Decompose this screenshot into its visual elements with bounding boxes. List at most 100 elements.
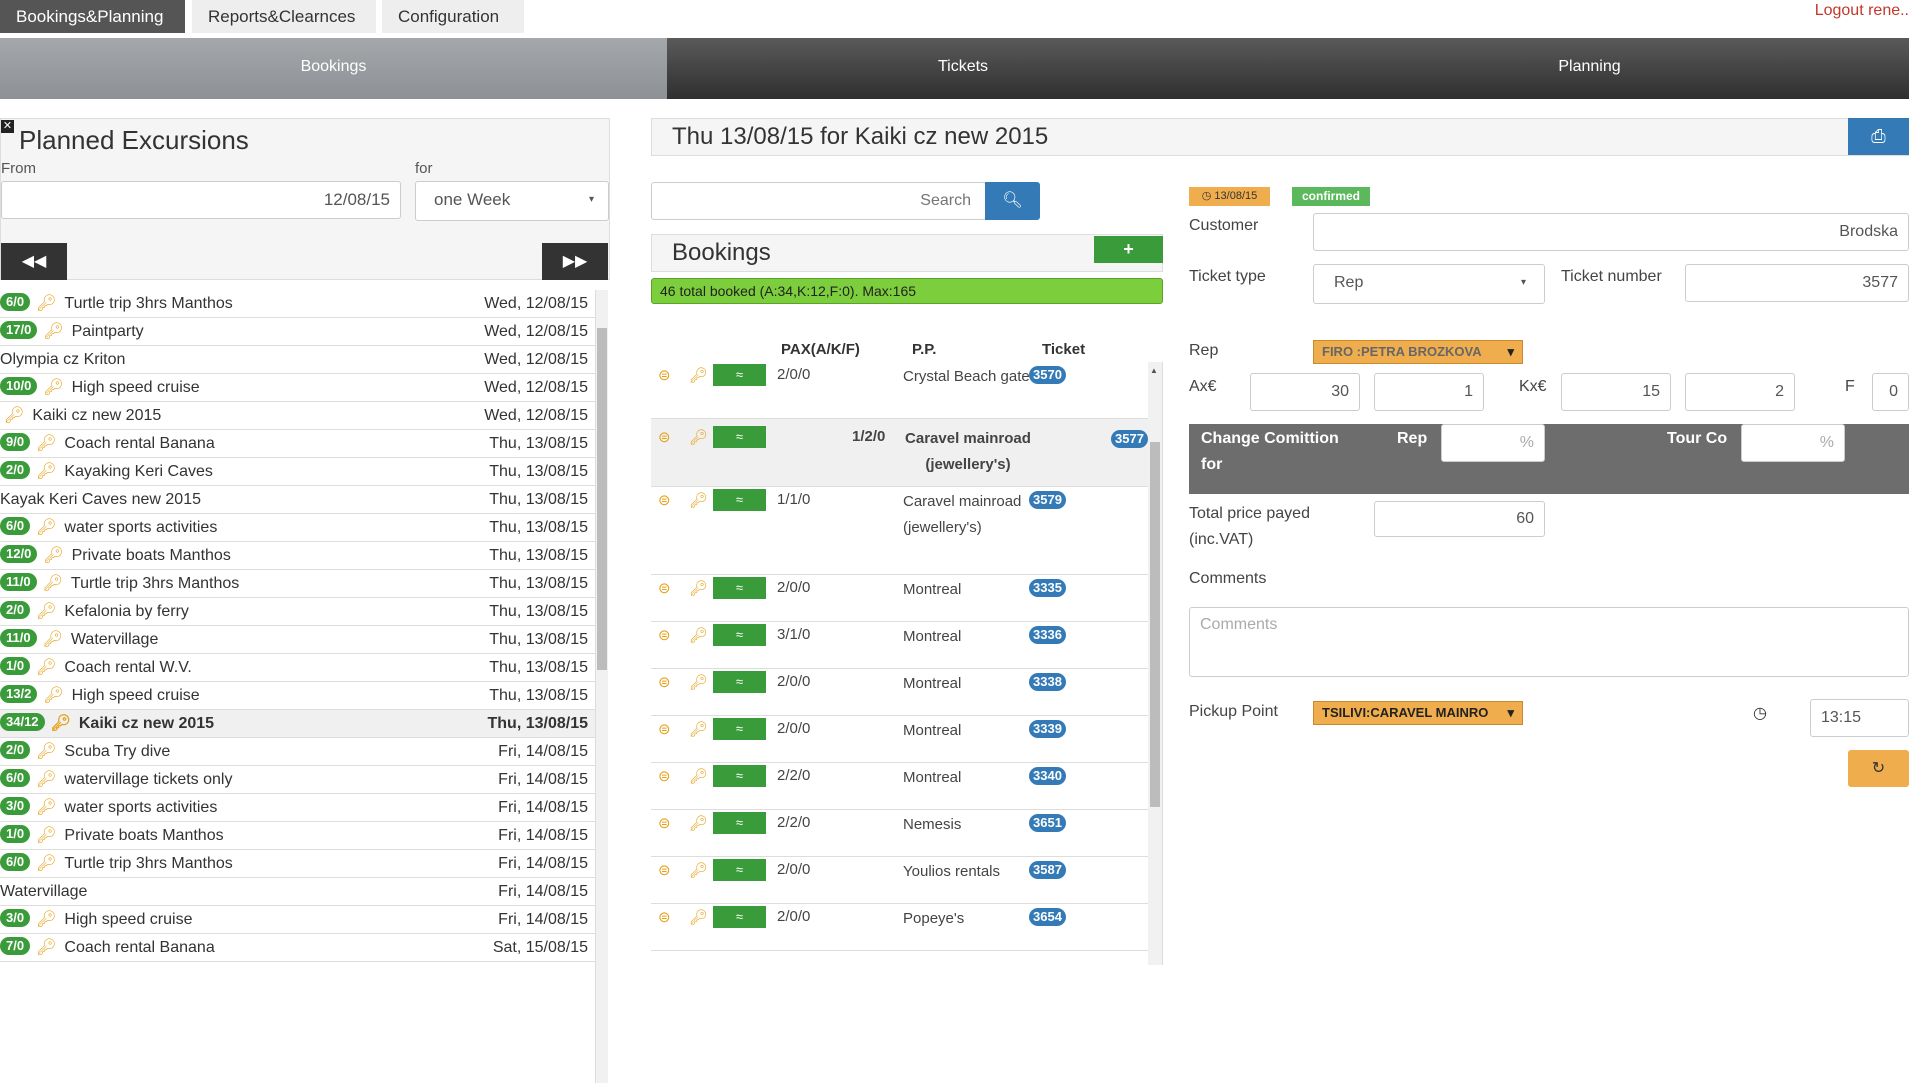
scrollbar-thumb[interactable] — [597, 328, 607, 670]
ticket-badge[interactable]: 3654 — [1029, 908, 1066, 926]
subtab-bookings[interactable]: Bookings — [0, 38, 667, 99]
excursion-row[interactable]: 7/0 🔑︎ Coach rental Banana Sat, 15/08/15 — [0, 934, 596, 962]
tab-configuration[interactable]: Configuration — [382, 0, 524, 33]
f-count-input[interactable]: 0 — [1872, 373, 1909, 411]
key-icon[interactable]: 🔑︎ — [689, 861, 708, 879]
excursion-row[interactable]: 2/0 🔑︎ Kefalonia by ferry Thu, 13/08/15 — [0, 598, 596, 626]
transfer-button[interactable]: ≈ — [713, 364, 766, 386]
ticket-badge[interactable]: 3336 — [1029, 626, 1066, 644]
excursion-row[interactable]: 🔑︎ Kaiki cz new 2015 Wed, 12/08/15 — [0, 402, 596, 430]
euro-icon[interactable]: ⊜ — [658, 491, 671, 509]
key-icon[interactable]: 🔑︎ — [689, 366, 708, 384]
from-date-input[interactable]: 12/08/15 — [1, 181, 401, 219]
ticket-badge[interactable]: 3570 — [1029, 366, 1066, 384]
excursion-row[interactable]: 6/0 🔑︎ watervillage tickets only Fri, 14/08… — [0, 766, 596, 794]
excursion-row[interactable]: 6/0 🔑︎ Turtle trip 3hrs Manthos Wed, 12/08/… — [0, 290, 596, 318]
kx-price-input[interactable]: 15 — [1561, 373, 1671, 411]
ax-price-input[interactable]: 30 — [1250, 373, 1360, 411]
booking-row[interactable]: ⊜ 🔑︎ ≈3/1/0 Montreal 3336 — [651, 622, 1148, 669]
subtab-tickets[interactable]: Tickets — [667, 38, 1259, 99]
euro-icon[interactable]: ⊜ — [658, 908, 671, 926]
tab-bookings-planning[interactable]: Bookings&Planning — [0, 0, 185, 33]
key-icon[interactable]: 🔑︎ — [689, 673, 708, 691]
key-icon[interactable]: 🔑︎ — [689, 720, 708, 738]
euro-icon[interactable]: ⊜ — [658, 720, 671, 738]
booking-row[interactable]: ⊜ 🔑︎ ≈2/0/0 Popeye's 3654 — [651, 904, 1148, 951]
booking-row[interactable]: ⊜ 🔑︎ ≈1/2/0 Caravel mainroad (jewellery's) 3… — [651, 419, 1148, 487]
euro-icon[interactable]: ⊜ — [658, 767, 671, 785]
pickup-time-input[interactable]: 13:15 — [1810, 699, 1909, 737]
excursion-row[interactable]: 9/0 🔑︎ Coach rental Banana Thu, 13/08/15 — [0, 430, 596, 458]
excursion-row[interactable]: 34/12 🔑︎ Kaiki cz new 2015 Thu, 13/08/15 — [0, 710, 596, 738]
rep-select[interactable]: FIRO :PETRA BROZKOVA ▾ — [1313, 340, 1523, 364]
excursion-row[interactable]: 6/0 🔑︎ Turtle trip 3hrs Manthos Fri, 14/08/… — [0, 850, 596, 878]
print-button[interactable]: ⎙ — [1848, 118, 1909, 155]
excursion-row[interactable]: Olympia cz Kriton Wed, 12/08/15 — [0, 346, 596, 374]
transfer-button[interactable]: ≈ — [713, 624, 766, 646]
excursion-row[interactable]: 10/0 🔑︎ High speed cruise Wed, 12/08/15 — [0, 374, 596, 402]
excursion-row[interactable]: 3/0 🔑︎ High speed cruise Fri, 14/08/15 — [0, 906, 596, 934]
logout-link[interactable]: Logout rene.. — [1815, 0, 1909, 22]
ticket-type-select[interactable]: Rep ▾ — [1313, 264, 1545, 304]
booking-row[interactable]: ⊜ 🔑︎ ≈2/2/0 Montreal 3340 — [651, 763, 1148, 810]
booking-row[interactable]: ⊜ 🔑︎ ≈2/0/0 Crystal Beach gate 3570 — [651, 362, 1148, 419]
next-week-button[interactable]: ▶▶ — [542, 243, 608, 280]
booking-row[interactable]: ⊜ 🔑︎ ≈2/0/0 Montreal 3339 — [651, 716, 1148, 763]
ticket-number-input[interactable]: 3577 — [1685, 264, 1909, 302]
ax-count-input[interactable]: 1 — [1374, 373, 1484, 411]
transfer-button[interactable]: ≈ — [713, 812, 766, 834]
transfer-button[interactable]: ≈ — [713, 718, 766, 740]
pickup-point-select[interactable]: TSILIVI:CARAVEL MAINRO ▾ — [1313, 701, 1523, 725]
excursion-row[interactable]: Watervillage Fri, 14/08/15 — [0, 878, 596, 906]
excursion-row[interactable]: 12/0 🔑︎ Private boats Manthos Thu, 13/08/15 — [0, 542, 596, 570]
excursion-row[interactable]: 3/0 🔑︎ water sports activities Fri, 14/08/1… — [0, 794, 596, 822]
search-input[interactable] — [652, 183, 985, 219]
comments-textarea[interactable]: Comments — [1189, 607, 1909, 677]
key-icon[interactable]: 🔑︎ — [689, 626, 708, 644]
search-field[interactable] — [651, 182, 986, 220]
transfer-button[interactable]: ≈ — [713, 426, 766, 448]
bookings-scrollbar[interactable]: ▲ — [1148, 362, 1162, 965]
key-icon[interactable]: 🔑︎ — [689, 579, 708, 597]
refresh-button[interactable]: ↻ — [1848, 750, 1909, 787]
ticket-badge[interactable]: 3579 — [1029, 491, 1066, 509]
key-icon[interactable]: 🔑︎ — [689, 814, 708, 832]
booking-row[interactable]: ⊜ 🔑︎ ≈2/0/0 Youlios rentals 3587 — [651, 857, 1148, 904]
tab-reports-clearances[interactable]: Reports&Clearnces — [192, 0, 376, 33]
booking-row[interactable]: ⊜ 🔑︎ ≈2/0/0 Montreal 3335 — [651, 575, 1148, 622]
commission-tour-input[interactable]: % — [1741, 424, 1845, 462]
search-button[interactable]: 🔍︎ — [985, 182, 1040, 220]
excursion-row[interactable]: 11/0 🔑︎ Watervillage Thu, 13/08/15 — [0, 626, 596, 654]
ticket-badge[interactable]: 3577 — [1111, 430, 1148, 448]
ticket-badge[interactable]: 3587 — [1029, 861, 1066, 879]
booking-row[interactable]: ⊜ 🔑︎ ≈2/2/0 Nemesis 3651 — [651, 810, 1148, 857]
ticket-badge[interactable]: 3340 — [1029, 767, 1066, 785]
close-icon[interactable]: ✕ — [1, 120, 14, 133]
excursion-row[interactable]: 1/0 🔑︎ Private boats Manthos Fri, 14/08/15 — [0, 822, 596, 850]
transfer-button[interactable]: ≈ — [713, 489, 766, 511]
excursion-row[interactable]: 1/0 🔑︎ Coach rental W.V. Thu, 13/08/15 — [0, 654, 596, 682]
excursion-list-scrollbar[interactable] — [595, 290, 608, 1083]
euro-icon[interactable]: ⊜ — [658, 579, 671, 597]
euro-icon[interactable]: ⊜ — [658, 626, 671, 644]
euro-icon[interactable]: ⊜ — [658, 861, 671, 879]
excursion-row[interactable]: 17/0 🔑︎ Paintparty Wed, 12/08/15 — [0, 318, 596, 346]
subtab-planning[interactable]: Planning — [1259, 38, 1909, 99]
euro-icon[interactable]: ⊜ — [658, 428, 671, 446]
booking-row[interactable]: ⊜ 🔑︎ ≈1/1/0 Caravel mainroad (jewellery's) 3… — [651, 487, 1148, 575]
euro-icon[interactable]: ⊜ — [658, 366, 671, 384]
transfer-button[interactable]: ≈ — [713, 859, 766, 881]
transfer-button[interactable]: ≈ — [713, 765, 766, 787]
ticket-badge[interactable]: 3335 — [1029, 579, 1066, 597]
euro-icon[interactable]: ⊜ — [658, 814, 671, 832]
transfer-button[interactable]: ≈ — [713, 577, 766, 599]
key-icon[interactable]: 🔑︎ — [689, 491, 708, 509]
excursion-row[interactable]: 2/0 🔑︎ Kayaking Keri Caves Thu, 13/08/15 — [0, 458, 596, 486]
excursion-row[interactable]: 11/0 🔑︎ Turtle trip 3hrs Manthos Thu, 13/08… — [0, 570, 596, 598]
excursion-row[interactable]: 6/0 🔑︎ water sports activities Thu, 13/08/1… — [0, 514, 596, 542]
customer-input[interactable]: Brodska — [1313, 213, 1909, 251]
ticket-badge[interactable]: 3338 — [1029, 673, 1066, 691]
ticket-badge[interactable]: 3339 — [1029, 720, 1066, 738]
euro-icon[interactable]: ⊜ — [658, 673, 671, 691]
previous-week-button[interactable]: ◀◀ — [1, 243, 67, 280]
